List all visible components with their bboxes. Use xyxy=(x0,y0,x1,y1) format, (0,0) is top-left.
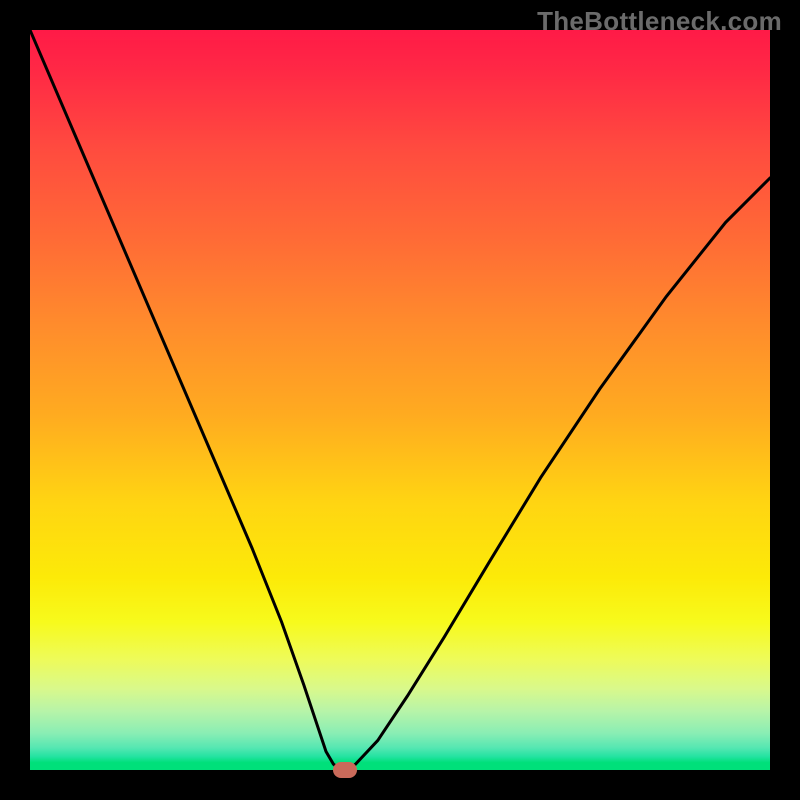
curve-path xyxy=(30,30,770,770)
min-marker xyxy=(333,762,357,778)
chart-frame: TheBottleneck.com xyxy=(0,0,800,800)
curve-svg xyxy=(30,30,770,770)
plot-area xyxy=(30,30,770,770)
